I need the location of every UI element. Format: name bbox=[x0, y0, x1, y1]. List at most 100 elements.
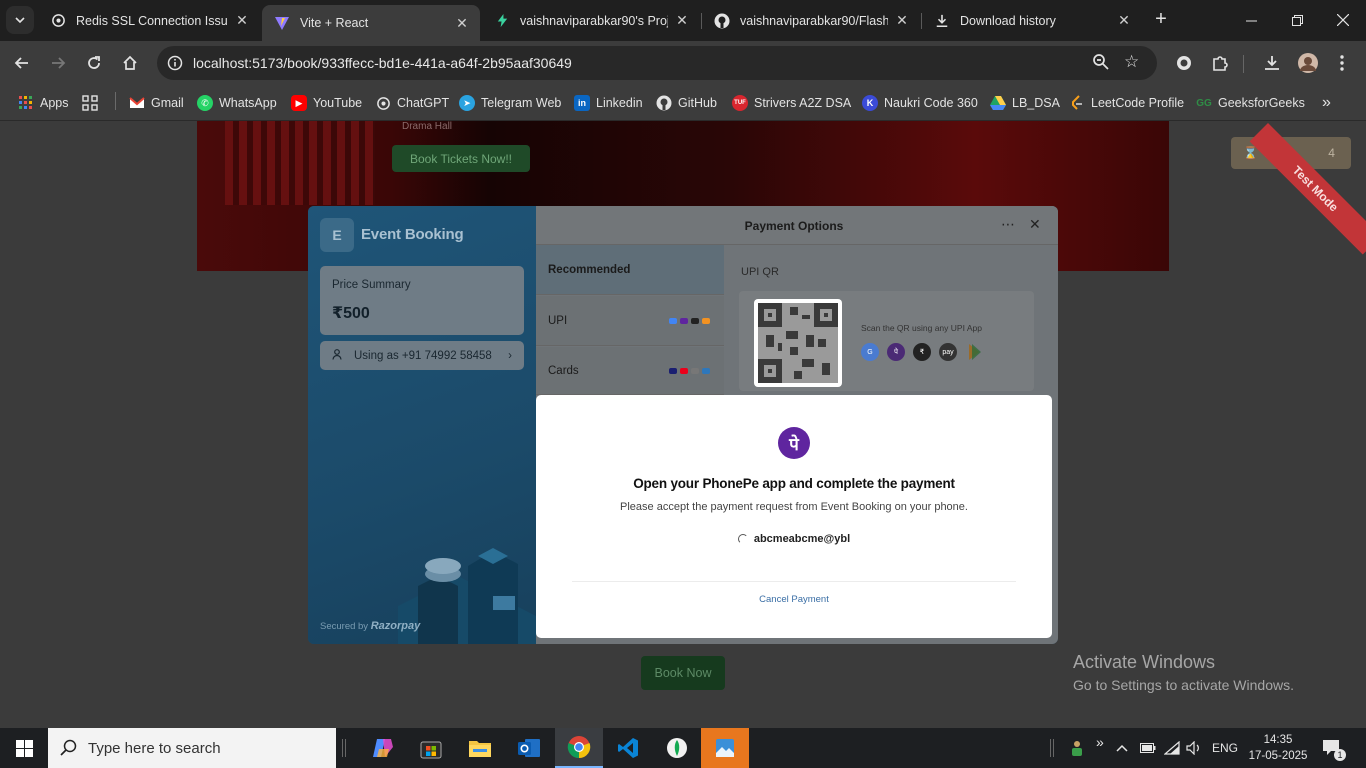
tab-title: Download history bbox=[960, 13, 1056, 28]
url-text[interactable]: localhost:5173/book/933ffecc-bd1e-441a-a… bbox=[193, 55, 572, 71]
bookmark-youtube[interactable]: ▶ YouTube bbox=[291, 92, 362, 114]
tab-search-button[interactable] bbox=[6, 6, 34, 34]
price-value: ₹500 bbox=[332, 305, 370, 322]
info-icon bbox=[167, 55, 183, 71]
minimize-button[interactable] bbox=[1228, 0, 1274, 40]
extensions-button[interactable] bbox=[1206, 49, 1234, 77]
zoom-icon[interactable] bbox=[1092, 53, 1109, 73]
taskbar-mongodb[interactable] bbox=[653, 728, 701, 768]
cancel-payment-link[interactable]: Cancel Payment bbox=[536, 594, 1052, 605]
payment-title: Payment Options bbox=[744, 219, 844, 233]
bookmark-naukri[interactable]: K Naukri Code 360 bbox=[862, 92, 978, 114]
battery-indicator[interactable] bbox=[1140, 728, 1156, 768]
tab-download-history[interactable]: Download history ✕ bbox=[922, 5, 1142, 36]
close-icon[interactable]: ✕ bbox=[894, 12, 910, 29]
reload-icon bbox=[88, 56, 100, 69]
bookmark-lb-dsa[interactable]: LB_DSA bbox=[990, 92, 1060, 114]
volume-indicator[interactable] bbox=[1186, 728, 1202, 768]
taskbar-vscode[interactable] bbox=[604, 728, 652, 768]
language-indicator[interactable]: ENG bbox=[1212, 728, 1238, 768]
bookmark-label: WhatsApp bbox=[219, 96, 277, 110]
reload-button[interactable] bbox=[80, 49, 108, 77]
event-venue: Drama Hall bbox=[402, 121, 453, 132]
leetcode-icon bbox=[1069, 95, 1085, 111]
close-icon[interactable]: ✕ bbox=[1116, 12, 1132, 29]
bookmark-geeksforgeeks[interactable]: GG GeeksforGeeks bbox=[1196, 92, 1305, 114]
site-info-button[interactable] bbox=[163, 51, 187, 75]
double-chevron-right-icon: » bbox=[1096, 734, 1104, 750]
taskbar-file-explorer[interactable] bbox=[456, 728, 504, 768]
taskbar-divider bbox=[1050, 739, 1054, 757]
bookmark-star-icon[interactable]: ☆ bbox=[1124, 52, 1139, 72]
tab-title: vaishnaviparabkar90's Projec bbox=[520, 13, 668, 28]
wifi-icon bbox=[1164, 741, 1180, 755]
taskbar-search-box[interactable]: Type here to search bbox=[48, 728, 336, 768]
close-icon[interactable]: ✕ bbox=[674, 12, 690, 29]
merchant-name: Event Booking bbox=[361, 226, 464, 243]
close-icon[interactable]: ✕ bbox=[454, 15, 470, 31]
bookmark-chatgpt[interactable]: ChatGPT bbox=[375, 92, 449, 114]
taskbar-outlook[interactable] bbox=[505, 728, 553, 768]
address-bar[interactable]: localhost:5173/book/933ffecc-bd1e-441a-a… bbox=[157, 46, 1157, 80]
close-checkout-icon[interactable]: ✕ bbox=[1029, 216, 1041, 233]
method-upi[interactable]: UPI bbox=[536, 296, 724, 346]
bookmark-strivers[interactable]: TUF Strivers A2Z DSA bbox=[732, 92, 851, 114]
new-tab-button[interactable]: + bbox=[1150, 9, 1172, 31]
folder-icon bbox=[469, 741, 491, 757]
phonepe-icon: पे bbox=[887, 343, 905, 361]
kebab-menu-icon bbox=[1340, 55, 1344, 71]
profile-avatar[interactable] bbox=[1294, 49, 1322, 77]
forward-button[interactable] bbox=[44, 49, 72, 77]
tab-render-project[interactable]: vaishnaviparabkar90's Projec ✕ bbox=[482, 5, 700, 36]
timer-value: 4 bbox=[1328, 146, 1335, 160]
book-tickets-button[interactable]: Book Tickets Now!! bbox=[392, 145, 530, 172]
double-chevron-right-icon: » bbox=[1322, 94, 1331, 111]
bookmark-linkedin[interactable]: in Linkedin bbox=[574, 92, 643, 114]
tab-github-repo[interactable]: vaishnaviparabkar90/FlashBo ✕ bbox=[702, 5, 920, 36]
home-button[interactable] bbox=[116, 49, 144, 77]
taskbar-paint[interactable] bbox=[701, 728, 749, 768]
taskbar-store[interactable] bbox=[407, 728, 455, 768]
show-hidden-icons-button[interactable] bbox=[1116, 728, 1128, 768]
copilot-tray-chevron[interactable]: » bbox=[1096, 722, 1104, 762]
more-bookmarks-button[interactable]: » bbox=[1322, 92, 1331, 114]
wifi-indicator[interactable] bbox=[1164, 728, 1180, 768]
restore-button[interactable] bbox=[1274, 0, 1320, 40]
bookmark-whatsapp[interactable]: ✆ WhatsApp bbox=[197, 92, 277, 114]
book-now-button[interactable]: Book Now bbox=[641, 656, 725, 690]
tab-vite-react[interactable]: Vite + React ✕ bbox=[262, 5, 480, 41]
tab-redis[interactable]: Redis SSL Connection Issue ✕ bbox=[38, 5, 260, 36]
vscode-icon bbox=[618, 738, 638, 758]
render-icon bbox=[494, 13, 510, 29]
extension-button[interactable] bbox=[1170, 49, 1198, 77]
browser-toolbar: localhost:5173/book/933ffecc-bd1e-441a-a… bbox=[0, 41, 1366, 85]
back-button[interactable] bbox=[8, 49, 36, 77]
close-window-button[interactable] bbox=[1320, 0, 1366, 40]
more-options-icon[interactable]: ⋯ bbox=[1001, 216, 1015, 233]
tray-app-icon[interactable] bbox=[1070, 728, 1084, 768]
taskbar-clock[interactable]: 14:35 17-05-2025 bbox=[1248, 732, 1308, 764]
qr-code[interactable] bbox=[754, 299, 842, 387]
notification-count: 1 bbox=[1334, 749, 1346, 761]
bookmark-gmail[interactable]: Gmail bbox=[129, 92, 184, 114]
bookmark-leetcode[interactable]: LeetCode Profile bbox=[1069, 92, 1184, 114]
contact-card[interactable]: Using as +91 74992 58458 › bbox=[320, 341, 524, 370]
google-drive-icon bbox=[990, 95, 1006, 111]
start-button[interactable] bbox=[0, 728, 48, 768]
bookmark-github[interactable]: GitHub bbox=[656, 92, 717, 114]
bookmark-grid[interactable] bbox=[82, 92, 104, 114]
chrome-menu-button[interactable] bbox=[1328, 49, 1356, 77]
method-recommended[interactable]: Recommended bbox=[536, 245, 724, 295]
apps-grid-icon bbox=[18, 95, 34, 111]
tab-title: vaishnaviparabkar90/FlashBo bbox=[740, 13, 888, 28]
method-cards[interactable]: Cards bbox=[536, 347, 724, 395]
taskbar-chrome[interactable] bbox=[555, 728, 603, 768]
taskbar-copilot[interactable] bbox=[359, 728, 407, 768]
bookmark-telegram[interactable]: ➤ Telegram Web bbox=[459, 92, 561, 114]
notification-center-button[interactable]: 1 bbox=[1322, 728, 1346, 768]
downloads-button[interactable] bbox=[1258, 49, 1286, 77]
phonepe-dialog: पे Open your PhonePe app and complete th… bbox=[536, 395, 1052, 638]
close-icon[interactable]: ✕ bbox=[234, 12, 250, 29]
price-summary-card: Price Summary ₹500 bbox=[320, 266, 524, 335]
bookmark-apps[interactable]: Apps bbox=[18, 92, 69, 114]
